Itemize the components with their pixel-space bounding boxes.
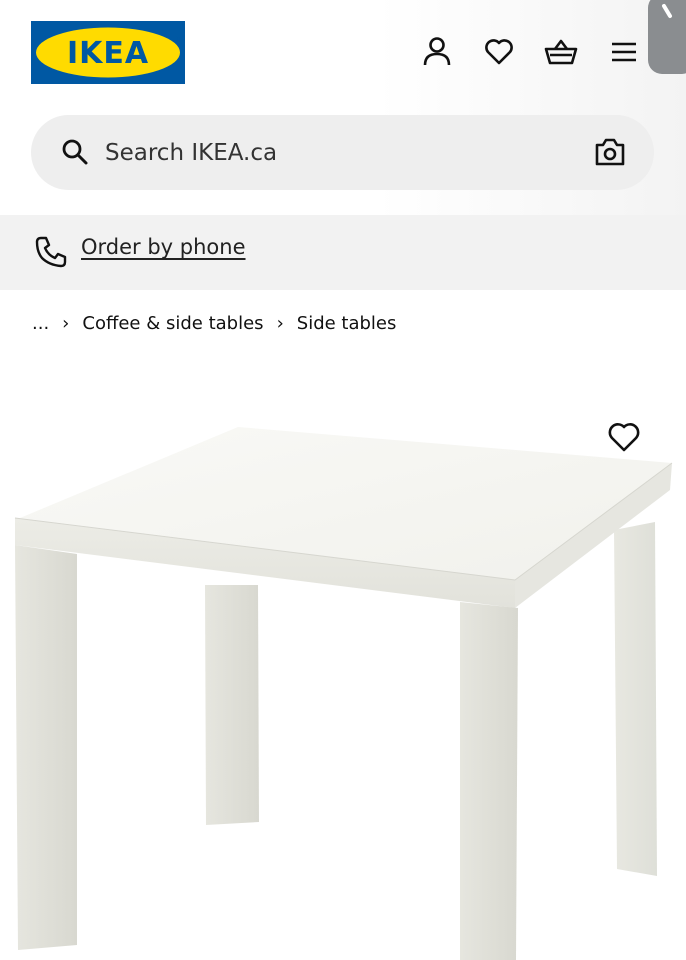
ikea-logo-text: IKEA	[67, 36, 149, 71]
breadcrumb-separator: ›	[62, 312, 70, 334]
back-tab[interactable]	[648, 0, 686, 74]
breadcrumb-side-tables[interactable]: Side tables	[297, 313, 397, 334]
breadcrumb-coffee-side-tables[interactable]: Coffee & side tables	[82, 313, 263, 334]
search-input[interactable]	[105, 133, 575, 173]
product-image[interactable]	[0, 360, 686, 960]
order-by-phone-link[interactable]: Order by phone	[81, 235, 246, 259]
order-by-phone-bar: Order by phone	[0, 215, 686, 290]
phone-icon	[35, 236, 67, 268]
search-icon[interactable]	[61, 138, 89, 166]
breadcrumb-ellipsis[interactable]: ...	[32, 313, 49, 334]
ikea-logo[interactable]: IKEA ®	[31, 21, 185, 84]
camera-icon[interactable]	[594, 137, 626, 167]
add-to-favorites-heart-icon[interactable]	[607, 420, 641, 454]
site-header: IKEA ®	[0, 0, 686, 215]
breadcrumb-separator: ›	[276, 312, 284, 334]
menu-icon[interactable]	[606, 34, 642, 70]
search-bar[interactable]	[31, 115, 654, 190]
heart-icon[interactable]	[481, 34, 517, 70]
basket-icon[interactable]	[543, 34, 579, 70]
svg-text:®: ®	[175, 35, 182, 43]
breadcrumb: ... › Coffee & side tables › Side tables	[32, 309, 396, 337]
user-icon[interactable]	[419, 34, 455, 70]
